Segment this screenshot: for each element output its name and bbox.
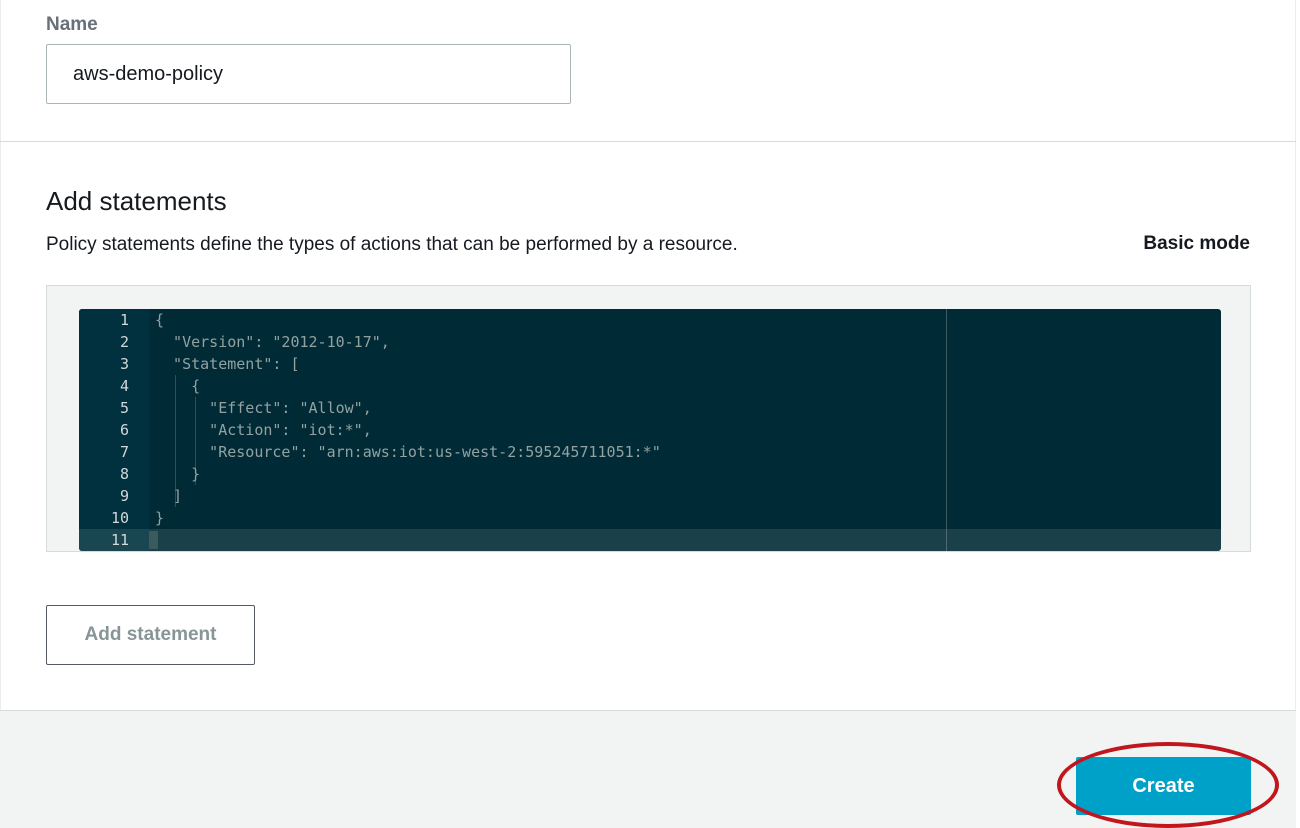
code-text: "Action": "iot:*", [155,421,372,439]
code-text: ] [155,487,183,505]
code-line: 9 ] [79,485,1221,507]
name-label: Name [46,14,98,35]
json-code-editor[interactable]: 1{2 "Version": "2012-10-17", 3 "Statement… [79,309,1221,551]
code-line: 8 } [79,463,1221,485]
code-line: 7 "Resource": "arn:aws:iot:us-west-2:595… [79,441,1221,463]
code-text: "Statement": [ [155,355,300,373]
section-description: Policy statements define the types of ac… [46,234,738,255]
code-text: "Resource": "arn:aws:iot:us-west-2:59524… [155,443,661,461]
line-number: 10 [110,509,129,527]
name-section: Name [0,0,1296,142]
line-number: 7 [119,443,129,461]
section-title: Add statements [46,186,227,216]
code-line: 10} [79,507,1221,529]
code-line: 6 "Action": "iot:*", [79,419,1221,441]
policy-editor-container: 1{2 "Version": "2012-10-17", 3 "Statement… [46,285,1251,552]
code-text: "Version": "2012-10-17", [155,333,390,351]
code-line: 4 { [79,375,1221,397]
line-number: 6 [119,421,129,439]
code-line: 2 "Version": "2012-10-17", [79,331,1221,353]
code-line: 1{ [79,309,1221,331]
line-number: 3 [119,355,129,373]
line-number: 9 [119,487,129,505]
code-text: { [155,311,165,329]
code-line: 3 "Statement": [ [79,353,1221,375]
line-number: 5 [119,399,129,417]
basic-mode-link[interactable]: Basic mode [1143,233,1250,255]
code-line: 5 "Effect": "Allow", [79,397,1221,419]
code-line: 11 [79,529,1221,551]
create-button[interactable]: Create [1076,757,1251,815]
code-text: "Effect": "Allow", [155,399,372,417]
line-number: 11 [110,531,129,549]
code-text: } [155,509,165,527]
add-statement-button[interactable]: Add statement [46,605,255,665]
line-number: 2 [119,333,129,351]
code-text: } [155,465,201,483]
line-number: 1 [119,311,129,329]
policy-name-input[interactable] [46,44,571,104]
line-number: 4 [119,377,129,395]
line-number: 8 [119,465,129,483]
code-text: { [155,377,201,395]
